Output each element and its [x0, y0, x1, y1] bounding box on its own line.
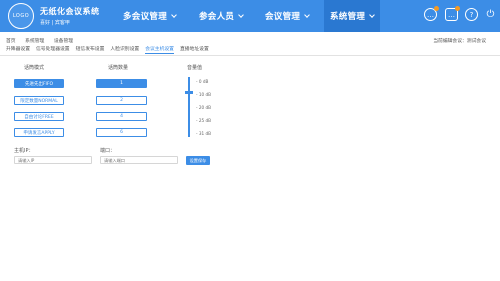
- mic-count-option[interactable]: 2: [96, 96, 147, 105]
- volume-column-header: 音量值: [187, 65, 203, 71]
- mode-normal-button[interactable]: 限定数量NORMAL: [14, 96, 64, 105]
- mode-column-header: 话筒模式: [24, 65, 45, 71]
- mic-count-option[interactable]: 4: [96, 112, 147, 121]
- nav-label: 会议管理: [265, 12, 301, 22]
- volume-tick-label: - 10 dB: [196, 92, 212, 97]
- volume-tick-label: - 0 dB: [196, 79, 209, 84]
- mic-count-option[interactable]: 1: [96, 79, 147, 88]
- tab-signal-processor[interactable]: 信号处理器设置: [36, 45, 70, 54]
- chevron-down-icon: [304, 11, 311, 18]
- volume-tick-label: - 20 dB: [196, 105, 212, 110]
- nav-label: 多会议管理: [123, 12, 168, 22]
- nav-attendees[interactable]: 参会人员: [199, 0, 245, 32]
- nav-multi-meeting[interactable]: 多会议管理: [123, 0, 177, 32]
- volume-tick-label: - 25 dB: [196, 118, 212, 123]
- badge: [434, 6, 439, 11]
- volume-slider-track[interactable]: [188, 77, 190, 137]
- nav-label: 系统管理: [330, 12, 366, 22]
- volume-slider-handle[interactable]: [185, 91, 193, 94]
- nav-label: 参会人员: [199, 12, 235, 22]
- logo: LOGO: [8, 3, 34, 29]
- app-title: 无纸化会议系统: [40, 7, 100, 16]
- mode-free-button[interactable]: 自由讨论FREE: [14, 112, 64, 121]
- nav-meeting-manage[interactable]: 会议管理: [265, 0, 311, 32]
- mode-apply-button[interactable]: 申请发言APPLY: [14, 128, 64, 137]
- tab-host-settings[interactable]: 会议主机设置: [145, 45, 174, 54]
- message-icon[interactable]: …: [424, 6, 439, 21]
- mode-fifo-button[interactable]: 先进先出FIFO: [14, 79, 64, 88]
- host-ip-label: 主机IP：: [14, 148, 34, 154]
- tab-live-address[interactable]: 直播地址设置: [180, 45, 209, 54]
- value-column-header: 话筒数量: [108, 65, 129, 71]
- breadcrumb-item: 设备管理: [53, 39, 74, 44]
- chevron-down-icon: [369, 11, 376, 18]
- tab-sms[interactable]: 短信发布设置: [76, 45, 105, 54]
- save-settings-button[interactable]: 设置保存: [186, 156, 210, 165]
- current-conference: 当前编辑会议：测试会议: [433, 39, 486, 44]
- divider: [0, 55, 500, 56]
- notification-icon[interactable]: …: [445, 6, 460, 21]
- tab-lifter[interactable]: 升降器设置: [6, 45, 30, 54]
- volume-tick-label: - 31 dB: [196, 131, 212, 136]
- nav-system-manage[interactable]: 系统管理: [324, 0, 381, 32]
- app-header: LOGO 无纸化会议系统 喜好 | 宾客甲 多会议管理 参会人员 会议管理 系统…: [0, 0, 500, 32]
- host-ip-input[interactable]: [14, 156, 92, 164]
- help-icon[interactable]: ?: [465, 8, 478, 21]
- port-input[interactable]: [100, 156, 178, 164]
- breadcrumb: 首页 系统管理 设备管理: [6, 37, 81, 44]
- user-info: 喜好 | 宾客甲: [40, 20, 70, 26]
- power-icon[interactable]: ⏻: [484, 8, 497, 21]
- breadcrumb-item[interactable]: 系统管理: [25, 39, 44, 44]
- breadcrumb-item[interactable]: 首页: [6, 39, 16, 44]
- settings-tabs: 升降器设置 信号处理器设置 短信发布设置 人脸识别设置 会议主机设置 直播地址设…: [6, 45, 215, 54]
- port-label: 端口：: [100, 148, 116, 154]
- chevron-down-icon: [171, 11, 177, 18]
- chevron-down-icon: [238, 11, 245, 18]
- badge: [455, 6, 460, 11]
- mic-count-option[interactable]: 6: [96, 128, 147, 137]
- tab-face-recognition[interactable]: 人脸识别设置: [110, 45, 139, 54]
